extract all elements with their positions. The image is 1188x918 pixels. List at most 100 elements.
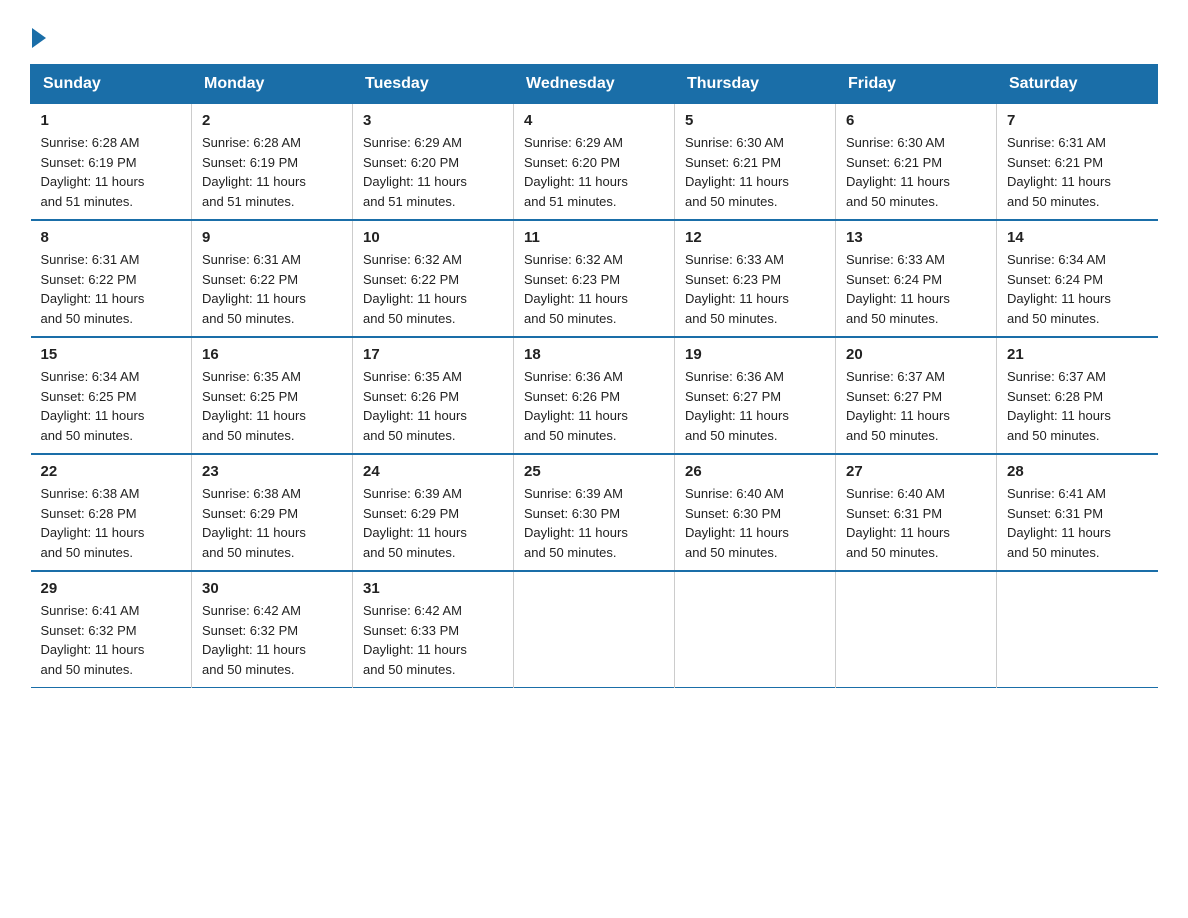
day-info: Sunrise: 6:40 AMSunset: 6:30 PMDaylight:… [685, 484, 825, 562]
calendar-cell: 7 Sunrise: 6:31 AMSunset: 6:21 PMDaylight… [997, 104, 1158, 221]
day-number: 2 [202, 112, 342, 129]
calendar-cell: 23 Sunrise: 6:38 AMSunset: 6:29 PMDayligh… [192, 454, 353, 571]
calendar-cell: 13 Sunrise: 6:33 AMSunset: 6:24 PMDayligh… [836, 220, 997, 337]
day-info: Sunrise: 6:31 AMSunset: 6:21 PMDaylight:… [1007, 133, 1148, 211]
day-info: Sunrise: 6:28 AMSunset: 6:19 PMDaylight:… [202, 133, 342, 211]
day-info: Sunrise: 6:37 AMSunset: 6:27 PMDaylight:… [846, 367, 986, 445]
calendar-cell: 3 Sunrise: 6:29 AMSunset: 6:20 PMDaylight… [353, 104, 514, 221]
day-info: Sunrise: 6:29 AMSunset: 6:20 PMDaylight:… [363, 133, 503, 211]
calendar-cell: 20 Sunrise: 6:37 AMSunset: 6:27 PMDayligh… [836, 337, 997, 454]
calendar-cell [514, 571, 675, 688]
day-number: 7 [1007, 112, 1148, 129]
day-number: 30 [202, 580, 342, 597]
day-number: 14 [1007, 229, 1148, 246]
day-info: Sunrise: 6:36 AMSunset: 6:27 PMDaylight:… [685, 367, 825, 445]
day-number: 1 [41, 112, 182, 129]
day-info: Sunrise: 6:41 AMSunset: 6:31 PMDaylight:… [1007, 484, 1148, 562]
day-number: 6 [846, 112, 986, 129]
day-number: 26 [685, 463, 825, 480]
day-number: 29 [41, 580, 182, 597]
day-number: 5 [685, 112, 825, 129]
day-number: 13 [846, 229, 986, 246]
calendar-week-row: 15 Sunrise: 6:34 AMSunset: 6:25 PMDayligh… [31, 337, 1158, 454]
day-number: 16 [202, 346, 342, 363]
page-header [30, 30, 1158, 44]
calendar-cell: 22Sunrise: 6:38 AMSunset: 6:28 PMDayligh… [31, 454, 192, 571]
calendar-week-row: 29 Sunrise: 6:41 AMSunset: 6:32 PMDayligh… [31, 571, 1158, 688]
day-number: 10 [363, 229, 503, 246]
calendar-cell [997, 571, 1158, 688]
day-info: Sunrise: 6:38 AMSunset: 6:28 PMDaylight:… [41, 484, 182, 562]
day-info: Sunrise: 6:42 AMSunset: 6:32 PMDaylight:… [202, 601, 342, 679]
day-info: Sunrise: 6:33 AMSunset: 6:23 PMDaylight:… [685, 250, 825, 328]
calendar-cell: 17Sunrise: 6:35 AMSunset: 6:26 PMDayligh… [353, 337, 514, 454]
day-info: Sunrise: 6:33 AMSunset: 6:24 PMDaylight:… [846, 250, 986, 328]
day-info: Sunrise: 6:29 AMSunset: 6:20 PMDaylight:… [524, 133, 664, 211]
calendar-cell: 27 Sunrise: 6:40 AMSunset: 6:31 PMDayligh… [836, 454, 997, 571]
day-number: 24 [363, 463, 503, 480]
day-info: Sunrise: 6:40 AMSunset: 6:31 PMDaylight:… [846, 484, 986, 562]
calendar-cell: 30 Sunrise: 6:42 AMSunset: 6:32 PMDayligh… [192, 571, 353, 688]
day-info: Sunrise: 6:30 AMSunset: 6:21 PMDaylight:… [846, 133, 986, 211]
logo-arrow-icon [32, 28, 46, 48]
logo [30, 30, 46, 44]
calendar-cell: 29 Sunrise: 6:41 AMSunset: 6:32 PMDayligh… [31, 571, 192, 688]
day-info: Sunrise: 6:39 AMSunset: 6:29 PMDaylight:… [363, 484, 503, 562]
column-header-monday: Monday [192, 65, 353, 104]
day-number: 17 [363, 346, 503, 363]
day-info: Sunrise: 6:36 AMSunset: 6:26 PMDaylight:… [524, 367, 664, 445]
day-info: Sunrise: 6:32 AMSunset: 6:22 PMDaylight:… [363, 250, 503, 328]
calendar-cell: 19 Sunrise: 6:36 AMSunset: 6:27 PMDayligh… [675, 337, 836, 454]
calendar-cell: 24 Sunrise: 6:39 AMSunset: 6:29 PMDayligh… [353, 454, 514, 571]
day-number: 21 [1007, 346, 1148, 363]
calendar-cell: 8Sunrise: 6:31 AMSunset: 6:22 PMDaylight… [31, 220, 192, 337]
calendar-cell: 31 Sunrise: 6:42 AMSunset: 6:33 PMDayligh… [353, 571, 514, 688]
calendar-cell: 18 Sunrise: 6:36 AMSunset: 6:26 PMDayligh… [514, 337, 675, 454]
calendar-week-row: 22Sunrise: 6:38 AMSunset: 6:28 PMDayligh… [31, 454, 1158, 571]
calendar-cell: 11Sunrise: 6:32 AMSunset: 6:23 PMDayligh… [514, 220, 675, 337]
day-number: 15 [41, 346, 182, 363]
column-header-saturday: Saturday [997, 65, 1158, 104]
day-info: Sunrise: 6:30 AMSunset: 6:21 PMDaylight:… [685, 133, 825, 211]
header-row: SundayMondayTuesdayWednesdayThursdayFrid… [31, 65, 1158, 104]
calendar-cell: 14 Sunrise: 6:34 AMSunset: 6:24 PMDayligh… [997, 220, 1158, 337]
calendar-cell: 12 Sunrise: 6:33 AMSunset: 6:23 PMDayligh… [675, 220, 836, 337]
day-number: 4 [524, 112, 664, 129]
column-header-friday: Friday [836, 65, 997, 104]
day-number: 3 [363, 112, 503, 129]
calendar-cell: 28 Sunrise: 6:41 AMSunset: 6:31 PMDayligh… [997, 454, 1158, 571]
day-number: 18 [524, 346, 664, 363]
calendar-cell [675, 571, 836, 688]
day-number: 23 [202, 463, 342, 480]
calendar-cell: 6 Sunrise: 6:30 AMSunset: 6:21 PMDaylight… [836, 104, 997, 221]
day-info: Sunrise: 6:31 AMSunset: 6:22 PMDaylight:… [41, 250, 182, 328]
calendar-cell: 10 Sunrise: 6:32 AMSunset: 6:22 PMDayligh… [353, 220, 514, 337]
calendar-cell [836, 571, 997, 688]
day-number: 11 [524, 229, 664, 246]
day-info: Sunrise: 6:34 AMSunset: 6:24 PMDaylight:… [1007, 250, 1148, 328]
column-header-wednesday: Wednesday [514, 65, 675, 104]
day-info: Sunrise: 6:42 AMSunset: 6:33 PMDaylight:… [363, 601, 503, 679]
column-header-sunday: Sunday [31, 65, 192, 104]
calendar-cell: 4 Sunrise: 6:29 AMSunset: 6:20 PMDaylight… [514, 104, 675, 221]
day-number: 19 [685, 346, 825, 363]
calendar-body: 1 Sunrise: 6:28 AMSunset: 6:19 PMDaylight… [31, 104, 1158, 688]
calendar-week-row: 1 Sunrise: 6:28 AMSunset: 6:19 PMDaylight… [31, 104, 1158, 221]
day-number: 31 [363, 580, 503, 597]
day-number: 28 [1007, 463, 1148, 480]
day-number: 20 [846, 346, 986, 363]
day-number: 9 [202, 229, 342, 246]
day-number: 25 [524, 463, 664, 480]
day-info: Sunrise: 6:38 AMSunset: 6:29 PMDaylight:… [202, 484, 342, 562]
calendar-cell: 25Sunrise: 6:39 AMSunset: 6:30 PMDayligh… [514, 454, 675, 571]
day-info: Sunrise: 6:28 AMSunset: 6:19 PMDaylight:… [41, 133, 182, 211]
calendar-cell: 26 Sunrise: 6:40 AMSunset: 6:30 PMDayligh… [675, 454, 836, 571]
day-number: 27 [846, 463, 986, 480]
calendar-table: SundayMondayTuesdayWednesdayThursdayFrid… [30, 64, 1158, 688]
calendar-cell: 2 Sunrise: 6:28 AMSunset: 6:19 PMDaylight… [192, 104, 353, 221]
day-info: Sunrise: 6:41 AMSunset: 6:32 PMDaylight:… [41, 601, 182, 679]
day-info: Sunrise: 6:34 AMSunset: 6:25 PMDaylight:… [41, 367, 182, 445]
calendar-week-row: 8Sunrise: 6:31 AMSunset: 6:22 PMDaylight… [31, 220, 1158, 337]
day-number: 12 [685, 229, 825, 246]
calendar-cell: 16Sunrise: 6:35 AMSunset: 6:25 PMDayligh… [192, 337, 353, 454]
